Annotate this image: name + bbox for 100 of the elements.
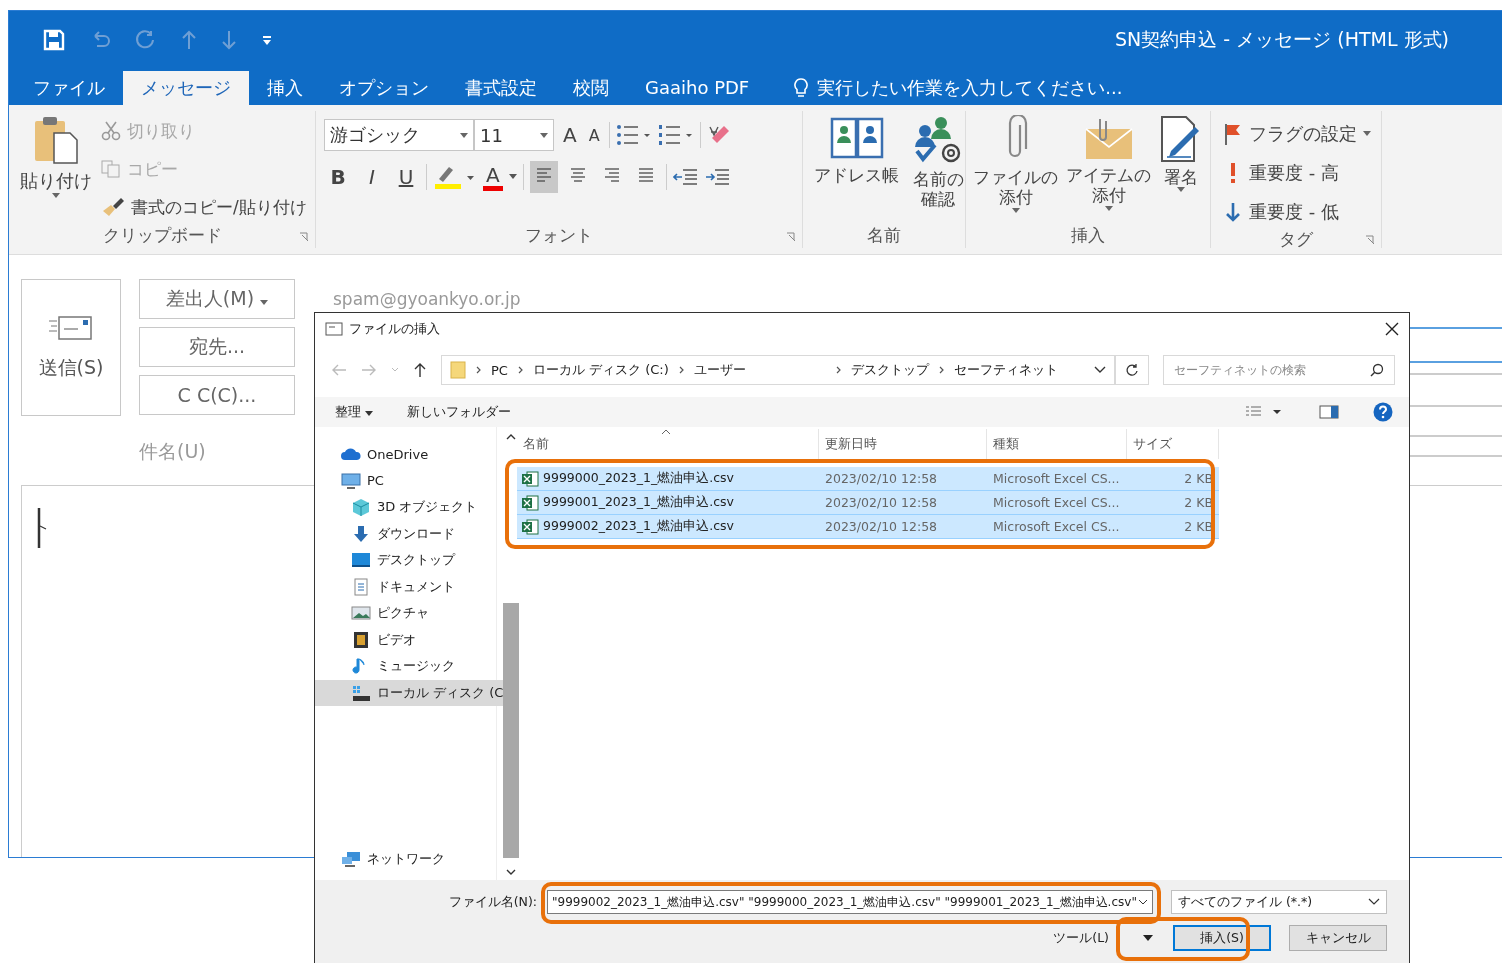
nav-item[interactable]: ミュージック xyxy=(315,653,504,680)
cancel-button[interactable]: キャンセル xyxy=(1289,925,1387,951)
close-icon[interactable] xyxy=(1385,322,1399,336)
nav-item[interactable]: ローカル ディスク (C xyxy=(315,679,504,706)
flag-button[interactable]: フラグの設定 xyxy=(1223,117,1373,150)
organize-button[interactable]: 整理 xyxy=(335,403,373,421)
send-button[interactable]: 送信(S) xyxy=(21,279,121,416)
italic-button[interactable]: I xyxy=(358,165,386,189)
font-name-field[interactable]: 游ゴシック xyxy=(324,119,474,151)
exclamation-icon xyxy=(1231,162,1235,183)
nav-item[interactable]: ダウンロード xyxy=(315,520,504,547)
scrollbar-thumb[interactable] xyxy=(503,603,520,858)
paste-button[interactable]: 貼り付け xyxy=(17,111,95,223)
caret-icon xyxy=(460,132,468,138)
ribbon-tab[interactable]: オプション xyxy=(321,71,447,105)
save-icon[interactable] xyxy=(43,29,65,51)
ribbon-tab[interactable]: ファイル xyxy=(15,71,123,105)
search-field[interactable]: セーフティネットの検索 xyxy=(1163,355,1395,385)
format-painter-button[interactable]: 書式のコピー/貼り付け xyxy=(101,191,307,223)
breadcrumb-item[interactable]: ユーザー xyxy=(693,361,746,379)
button-label: ファイルの xyxy=(973,167,1058,188)
nav-item[interactable]: OneDrive xyxy=(315,441,504,468)
attach-file-button[interactable]: ファイルの 添付 xyxy=(970,111,1061,222)
button-label: アイテムの xyxy=(1066,165,1151,186)
pc-icon xyxy=(341,472,361,489)
low-importance-button[interactable]: 重要度 - 低 xyxy=(1223,195,1373,228)
align-button[interactable] xyxy=(529,161,558,193)
caret-icon[interactable] xyxy=(1143,935,1153,941)
spreadsheet-icon xyxy=(521,494,539,511)
dialog-launcher-icon[interactable] xyxy=(786,232,796,242)
grow-font-button[interactable]: A xyxy=(560,123,580,147)
ribbon-tab[interactable]: 書式設定 xyxy=(447,71,555,105)
table-cell-text: 2023/02/10 12:58 xyxy=(824,519,939,534)
breadcrumb-item[interactable]: PC xyxy=(491,362,508,378)
font-color-button[interactable]: A xyxy=(483,163,503,191)
dialog-launcher-icon[interactable] xyxy=(299,232,309,242)
tools-button[interactable]: ツール(L) xyxy=(1053,929,1109,947)
scroll-up-icon[interactable] xyxy=(506,433,517,441)
increase-indent-icon[interactable] xyxy=(704,167,731,187)
column-header[interactable]: サイズ xyxy=(1127,429,1219,459)
ribbon-tab[interactable]: 挿入 xyxy=(249,71,321,105)
button-label: 確認 xyxy=(921,189,955,210)
breadcrumb-item[interactable]: デスクトップ xyxy=(850,361,929,379)
caret-icon[interactable] xyxy=(508,174,517,180)
check-names-button[interactable]: 名前の 確認 xyxy=(908,111,968,222)
caret-icon xyxy=(1363,131,1371,136)
insert-button[interactable]: 挿入(S) xyxy=(1173,925,1271,951)
chevron-down-icon xyxy=(1368,898,1380,906)
paintbrush-icon xyxy=(101,197,125,217)
cc-button[interactable]: C C(C)... xyxy=(139,375,295,415)
window-icon xyxy=(325,322,343,336)
chevron-right-icon xyxy=(938,366,944,374)
column-header[interactable]: 種類 xyxy=(987,429,1127,459)
nav-item[interactable]: PC xyxy=(315,467,504,494)
ribbon-tab[interactable]: Gaaiho PDF xyxy=(627,71,768,105)
dialog-launcher-icon[interactable] xyxy=(1365,235,1375,245)
underline-button[interactable]: U xyxy=(392,165,420,189)
table-cell-text: 2023/02/10 12:58 xyxy=(824,495,939,510)
up-arrow-icon[interactable] xyxy=(413,362,427,378)
ribbon-tab[interactable]: 校閲 xyxy=(555,71,627,105)
column-header[interactable]: 更新日時 xyxy=(819,429,987,459)
breadcrumb-item[interactable]: ローカル ディスク (C:) xyxy=(532,361,669,379)
file-name: 9999001_2023_1_燃油申込.csv xyxy=(543,494,734,511)
scroll-down-icon[interactable] xyxy=(506,868,517,876)
numbered-list-icon[interactable] xyxy=(657,123,694,147)
caret-icon xyxy=(52,193,60,198)
nav-item[interactable]: ビデオ xyxy=(315,626,504,653)
attach-item-button[interactable]: アイテムの 添付 xyxy=(1063,111,1154,222)
pictures-icon xyxy=(351,604,371,623)
signature-button[interactable]: 署名 xyxy=(1156,111,1206,222)
caret-icon xyxy=(540,132,548,138)
to-button[interactable]: 宛先... xyxy=(139,327,295,367)
address-bar[interactable]: PC ローカル ディスク (C:) ユーザー デスクトップ セーフティネット xyxy=(441,355,1115,385)
chevron-down-icon[interactable] xyxy=(1094,366,1106,374)
address-book-button[interactable]: アドレス帳 xyxy=(811,111,902,222)
shrink-font-button[interactable]: A xyxy=(585,125,603,145)
nav-item[interactable]: ネットワーク xyxy=(315,845,504,872)
decrease-indent-icon[interactable] xyxy=(672,167,699,187)
ribbon-tab[interactable]: メッセージ xyxy=(123,71,249,105)
font-size-field[interactable]: 11 xyxy=(474,119,554,151)
bold-button[interactable]: B xyxy=(324,165,352,189)
high-importance-button[interactable]: 重要度 - 高 xyxy=(1223,156,1373,189)
bullet-list-icon[interactable] xyxy=(615,123,652,147)
refresh-button[interactable] xyxy=(1115,355,1149,385)
new-folder-button[interactable]: 新しいフォルダー xyxy=(407,403,511,421)
file-type-dropdown[interactable]: すべてのファイル (*.*) xyxy=(1171,890,1387,914)
breadcrumb-item[interactable]: セーフティネット xyxy=(953,361,1058,379)
help-icon[interactable] xyxy=(1373,402,1393,422)
column-header[interactable]: 名前 xyxy=(517,429,819,459)
tell-me-field[interactable]: 実行したい作業を入力してください... xyxy=(793,71,1123,105)
align-right-icon xyxy=(602,166,621,184)
nav-item[interactable]: ドキュメント xyxy=(315,573,504,600)
nav-item[interactable]: ピクチャ xyxy=(315,600,504,627)
nav-item[interactable]: デスクトップ xyxy=(315,547,504,574)
align-justify-icon xyxy=(636,166,655,184)
preview-pane-icon[interactable] xyxy=(1319,405,1339,419)
nav-item[interactable]: 3D オブジェクト xyxy=(315,494,504,521)
customize-icon[interactable] xyxy=(261,34,273,46)
from-button[interactable]: 差出人(M) xyxy=(139,279,295,319)
filename-field[interactable]: "9999002_2023_1_燃油申込.csv" "9999000_2023_1_燃油申込.csv" "9999001_2023_1_燃油申込.csv" xyxy=(547,890,1153,914)
